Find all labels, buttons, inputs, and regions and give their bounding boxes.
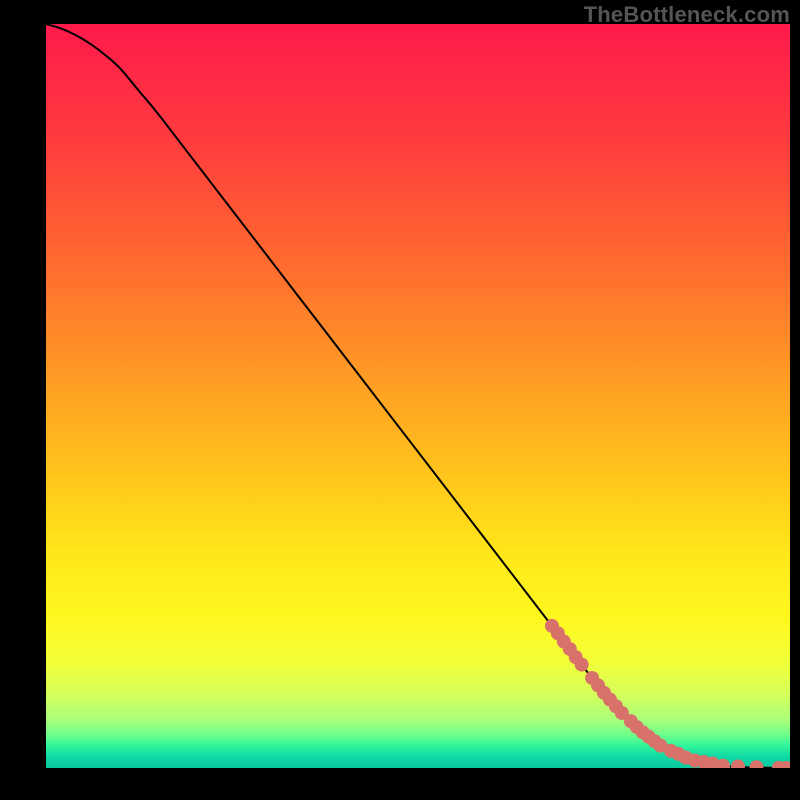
watermark-text: TheBottleneck.com	[584, 2, 790, 28]
data-marker	[575, 658, 589, 672]
chart-stage: TheBottleneck.com	[0, 0, 800, 800]
plot-background	[46, 24, 790, 768]
plot-svg	[46, 24, 790, 768]
plot-frame	[46, 24, 790, 768]
